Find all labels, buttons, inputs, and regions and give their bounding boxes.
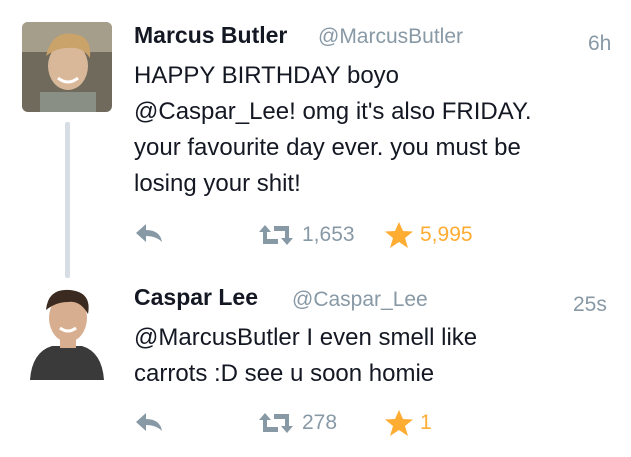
conversation-thread-line	[65, 122, 70, 278]
reply-button[interactable]	[134, 222, 164, 244]
tweet-author-handle[interactable]: @Caspar_Lee	[292, 288, 428, 312]
reply-button[interactable]	[134, 411, 164, 433]
reply-icon	[136, 413, 162, 431]
reply-icon	[136, 224, 162, 242]
avatar[interactable]	[22, 22, 112, 112]
retweet-icon	[259, 225, 293, 245]
star-icon	[385, 222, 413, 248]
retweet-icon	[259, 413, 293, 433]
retweet-count: 1,653	[302, 223, 355, 246]
avatar[interactable]	[22, 280, 112, 380]
tweet-timestamp[interactable]: 25s	[573, 293, 607, 317]
tweet-timestamp[interactable]: 6h	[588, 32, 611, 56]
favorite-button[interactable]: 5,995	[384, 221, 473, 249]
retweet-count: 278	[302, 411, 338, 434]
tweet-text: HAPPY BIRTHDAY boyo @Caspar_Lee! omg it'…	[134, 62, 532, 197]
tweet-author-name[interactable]: Marcus Butler	[134, 22, 287, 49]
tweet-author-handle[interactable]: @MarcusButler	[318, 25, 463, 49]
tweet-text: @MarcusButler I even smell like carrots …	[134, 324, 478, 387]
star-icon	[385, 410, 413, 436]
favorite-count: 5,995	[420, 223, 473, 246]
retweet-button[interactable]: 278	[256, 411, 337, 435]
tweet-author-name[interactable]: Caspar Lee	[134, 284, 258, 311]
retweet-button[interactable]: 1,653	[256, 223, 355, 247]
favorite-count: 1	[420, 411, 432, 434]
favorite-button[interactable]: 1	[384, 409, 432, 437]
